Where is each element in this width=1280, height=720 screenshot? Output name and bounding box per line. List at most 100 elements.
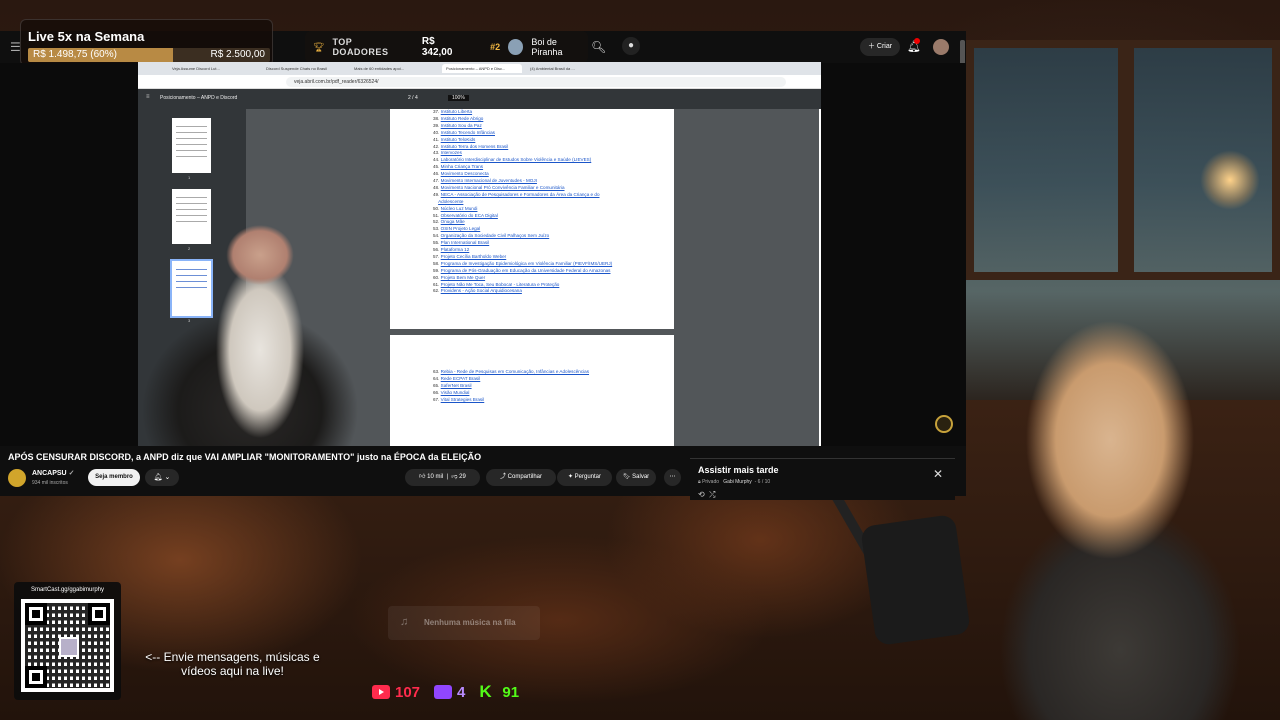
url-field[interactable]: veja.abril.com.br/pdf_reader/6326524/ <box>286 77 786 87</box>
pdf-list-entry[interactable]: 52. Onuga Mãe <box>433 219 465 225</box>
entry-link[interactable]: Instituto Rede Abrigo <box>441 116 484 121</box>
dislike-button[interactable]: 👎︎ 29 <box>451 474 465 480</box>
pdf-page-indicator[interactable]: 2 / 4 <box>408 95 418 101</box>
channel-watermark-icon[interactable] <box>935 415 953 433</box>
search-icon[interactable]: 🔍︎ <box>591 40 606 54</box>
pdf-list-entry[interactable]: 56. Plataforma 12 <box>433 247 469 253</box>
share-button[interactable]: ⤴ Compartilhar <box>486 469 556 486</box>
channel-name[interactable]: ANCAPSU ✓ <box>32 469 74 477</box>
pdf-list-entry[interactable]: 65. SaferNet Brasil <box>433 383 472 389</box>
browser-tab[interactable]: Discord Suspende Chats no Brasil <box>262 64 342 73</box>
entry-link[interactable]: Plan International Brasil <box>441 240 490 245</box>
entry-link[interactable]: Laboratório Interdisciplinar de Estudos … <box>441 157 592 162</box>
save-button[interactable]: 🔖︎ Salvar <box>616 469 656 486</box>
pdf-list-entry[interactable]: 63. Rebia - Rede de Pesquisas em Comunic… <box>433 369 589 375</box>
playlist-owner[interactable]: Gabi Murphy <box>723 479 752 485</box>
entry-number: 48. <box>433 184 441 190</box>
pdf-list-entry[interactable]: 42. Instituto Terra dos Homens Brasil <box>433 144 508 150</box>
entry-link[interactable]: Minha Criança Trans <box>441 164 483 169</box>
pdf-list-entry[interactable]: 40. Instituto Tecendo Infâncias <box>433 130 495 136</box>
pdf-list-entry[interactable]: 60. Projeto Bem Me Quer <box>433 275 485 281</box>
pdf-list-entry[interactable]: 62. Providens - Ação Social Arquidiocesa… <box>433 288 522 294</box>
pdf-list-entry[interactable]: 61. Projeto Não Me Toca, Seu Boboca! - L… <box>433 282 559 288</box>
entry-link[interactable]: Adolescente <box>438 199 463 204</box>
pdf-list-entry[interactable]: 47. Movimento Internacional de Juventude… <box>433 178 537 184</box>
entry-number: 43. <box>433 150 441 156</box>
pdf-list-entry[interactable]: 64. Rede ECPAT Brasil <box>433 376 480 382</box>
close-icon[interactable]: ✕ <box>933 467 943 481</box>
pdf-list-entry[interactable]: 59. Programa de Pós-Graduação em Educaçã… <box>433 268 610 274</box>
entry-link[interactable]: Rebia - Rede de Pesquisas em Comunicação… <box>441 369 589 374</box>
entry-link[interactable]: NECA - Associação de Pesquisadores e For… <box>441 192 600 197</box>
ask-button[interactable]: ✦ Perguntar <box>557 469 612 486</box>
pdf-list-entry[interactable]: 46. Movimento Desconecta <box>433 171 489 177</box>
pdf-list-entry[interactable]: 67. Vital Strategies Brasil <box>433 397 484 403</box>
pdf-list-entry[interactable]: 53. OSIN Projeto Legal <box>433 226 480 232</box>
entry-link[interactable]: Intervozes <box>441 150 462 155</box>
entry-link[interactable]: Núcleo Luz Mundi <box>441 206 478 211</box>
pdf-list-entry[interactable]: 37. Instituto Liberta <box>433 109 472 115</box>
entry-link[interactable]: Projeto Bem Me Quer <box>441 275 485 280</box>
shuffle-icon[interactable]: ⤮ <box>709 490 715 499</box>
entry-link[interactable]: Observatório do ECA Digital <box>441 213 498 218</box>
pdf-list-entry[interactable]: 55. Plan International Brasil <box>433 240 489 246</box>
entry-link[interactable]: OSIN Projeto Legal <box>441 226 481 231</box>
entry-link[interactable]: Projeto Não Me Toca, Seu Boboca! - Liter… <box>441 282 560 287</box>
pdf-list-entry[interactable]: Adolescente <box>433 199 463 205</box>
entry-number: 47. <box>433 178 441 183</box>
entry-link[interactable]: Programa de Pós-Graduação em Educação da… <box>441 268 611 273</box>
browser-tab[interactable]: Veja Assume Discord Lut... <box>168 64 250 73</box>
pdf-list-entry[interactable]: 44. Laboratório Interdisciplinar de Estu… <box>433 157 591 163</box>
pdf-thumbnail[interactable] <box>172 118 211 173</box>
entry-link[interactable]: Instituto Sou da Paz <box>441 123 482 128</box>
pdf-list-entry[interactable]: 41. Instituto TeloKids <box>433 137 475 143</box>
entry-link[interactable]: Providens - Ação Social Arquidiocesana <box>441 288 522 293</box>
pdf-list-entry[interactable]: 38. Instituto Rede Abrigo <box>433 116 483 122</box>
entry-link[interactable]: Plataforma 12 <box>441 247 470 252</box>
entry-link[interactable]: Movimento Desconecta <box>441 171 489 176</box>
entry-link[interactable]: Rede ECPAT Brasil <box>441 376 481 381</box>
entry-link[interactable]: SaferNet Brasil <box>441 383 472 388</box>
qr-code[interactable] <box>21 599 114 692</box>
entry-link[interactable]: Vital Strategies Brasil <box>441 397 485 402</box>
entry-link[interactable]: Onuga Mãe <box>441 219 465 224</box>
pdf-zoom[interactable]: 100% <box>448 95 469 101</box>
pdf-list-entry[interactable]: 49. NECA - Associação de Pesquisadores e… <box>433 192 600 198</box>
pdf-list-entry[interactable]: 39. Instituto Sou da Paz <box>433 123 482 129</box>
pdf-list-entry[interactable]: 57. Projeto Cecília Bartholdo Weber <box>433 254 506 260</box>
entry-link[interactable]: Instituto TeloKids <box>441 137 476 142</box>
more-actions-button[interactable]: ⋯ <box>664 469 681 486</box>
browser-tab[interactable]: Mais de 60 entidades apoi... <box>350 64 430 73</box>
entry-link[interactable]: Movimento Nacional Pró Convivência Famil… <box>441 185 565 190</box>
entry-link[interactable]: Instituto Tecendo Infâncias <box>441 130 495 135</box>
pdf-list-entry[interactable]: 54. Organização da Sociedade Civil Palha… <box>433 233 549 239</box>
entry-link[interactable]: Movimento Internacional de Juventudes - … <box>441 178 537 183</box>
pdf-menu-icon[interactable]: ≡ <box>146 94 150 100</box>
browser-tab[interactable]: (4) Ambiental Brasil da ... <box>526 64 606 73</box>
entry-link[interactable]: Projeto Cecília Bartholdo Weber <box>441 254 507 259</box>
pdf-list-entry[interactable]: 43. Intervozes <box>433 150 462 156</box>
playlist-title[interactable]: Assistir mais tarde <box>698 465 779 475</box>
entry-link[interactable]: Visão Mundial <box>441 390 470 395</box>
voice-search-icon[interactable]: ● <box>622 37 640 55</box>
pdf-list-entry[interactable]: 45. Minha Criança Trans <box>433 164 483 170</box>
entry-link[interactable]: Instituto Liberta <box>441 109 472 114</box>
pdf-scrollbar[interactable] <box>819 109 821 446</box>
create-button[interactable]: ＋ Criar <box>860 38 900 56</box>
entry-link[interactable]: Organização da Sociedade Civil Palhaços … <box>441 233 550 238</box>
pdf-list-entry[interactable]: 51. Observatório do ECA Digital <box>433 213 498 219</box>
pdf-list-entry[interactable]: 50. Núcleo Luz Mundi <box>433 206 477 212</box>
subscriber-count: 934 mil inscritos <box>32 480 68 486</box>
join-button[interactable]: Seja membro <box>88 469 140 486</box>
pdf-list-entry[interactable]: 58. Programa de Investigação Epidemiológ… <box>433 261 612 267</box>
like-button[interactable]: 👍︎ 10 mil <box>419 474 443 480</box>
channel-avatar[interactable] <box>8 469 26 487</box>
pdf-list-entry[interactable]: 48. Movimento Nacional Pró Convivência F… <box>433 185 565 191</box>
entry-link[interactable]: Programa de Investigação Epidemiológica … <box>441 261 612 266</box>
subscription-bell-button[interactable]: 🔔︎ ⌄ <box>145 469 179 486</box>
entry-link[interactable]: Instituto Terra dos Homens Brasil <box>441 144 509 149</box>
user-avatar[interactable] <box>933 39 949 55</box>
browser-tab-active[interactable]: Posicionamento – ANPD e Disc... <box>442 64 522 73</box>
loop-icon[interactable]: ⟲ <box>698 490 705 499</box>
pdf-list-entry[interactable]: 66. Visão Mundial <box>433 390 469 396</box>
